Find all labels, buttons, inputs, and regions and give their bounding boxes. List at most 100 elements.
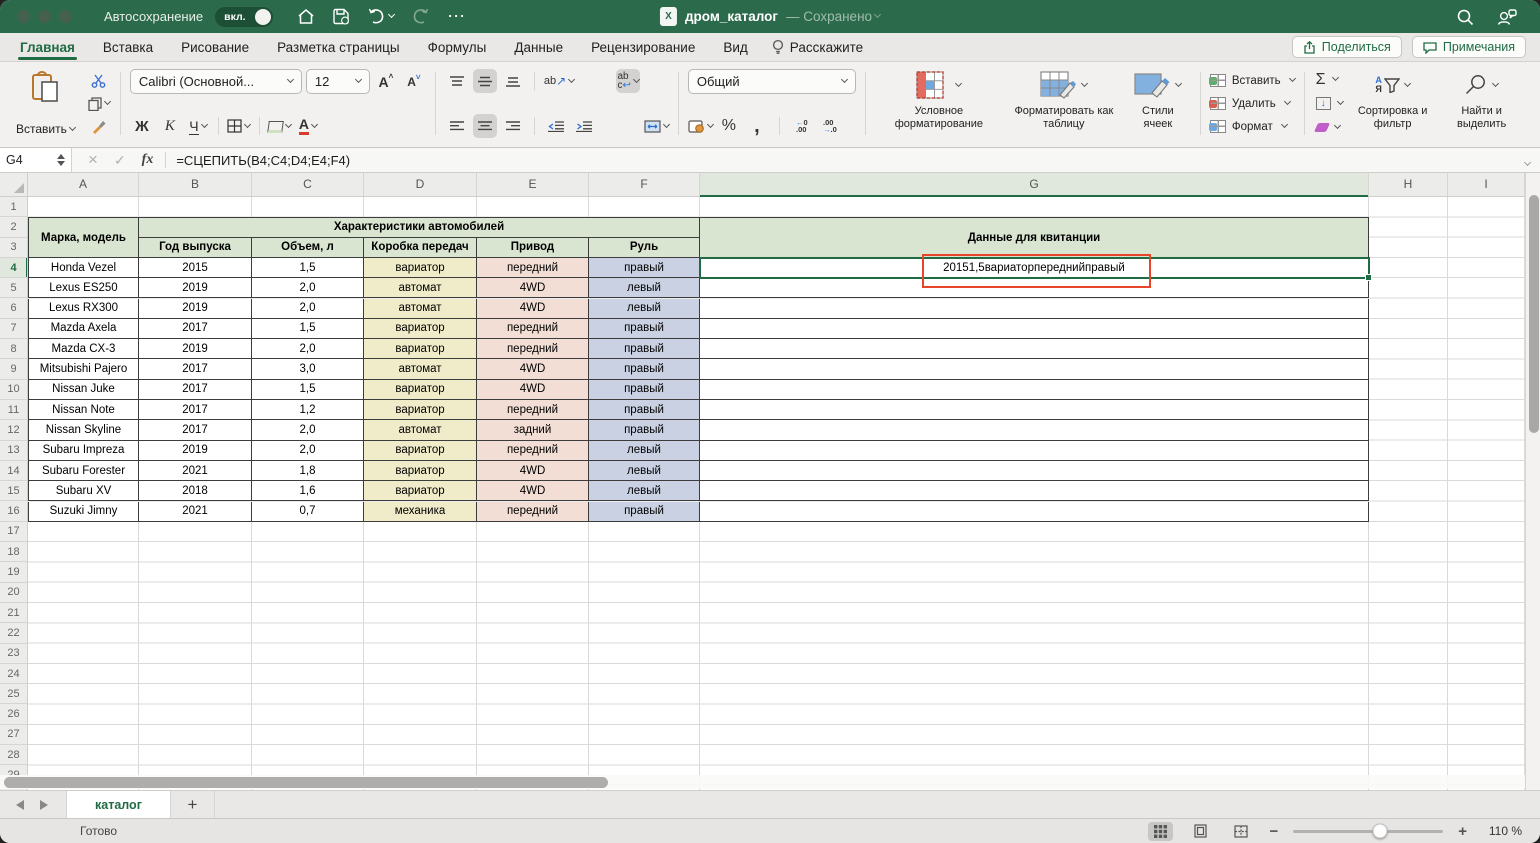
page-break-view-button[interactable] [1228, 822, 1254, 841]
decrease-decimal-button[interactable]: .00 →.0 [818, 114, 842, 138]
underline-button[interactable]: Ч [186, 114, 210, 138]
conditional-formatting-button[interactable]: Условное форматирование [875, 69, 1003, 138]
align-left-button[interactable] [445, 114, 469, 138]
align-center-button[interactable] [472, 114, 497, 138]
tab-Вставка[interactable]: Вставка [89, 33, 167, 61]
cell-A14[interactable]: Subaru Forester [28, 460, 139, 482]
row-header-4[interactable]: 4 [0, 257, 27, 279]
table-header-col-2[interactable]: Объем, л [252, 237, 364, 258]
format-cells-button[interactable]: Формат [1208, 116, 1295, 138]
cell-C4[interactable]: 1,5 [252, 257, 364, 279]
row-header-9[interactable]: 9 [0, 359, 27, 380]
table-header-col-5[interactable]: Руль [589, 237, 700, 258]
row-header-16[interactable]: 16 [0, 502, 27, 522]
merge-center-button[interactable] [644, 114, 670, 138]
row-header-17[interactable]: 17 [0, 522, 27, 543]
cell-F11[interactable]: правый [589, 400, 700, 421]
fill-color-button[interactable] [267, 114, 293, 138]
row-header-22[interactable]: 22 [0, 623, 27, 644]
minimize-window-button[interactable] [38, 10, 51, 23]
sheet-tab-katalog[interactable]: каталог [66, 791, 171, 818]
cell-B16[interactable]: 2021 [139, 501, 252, 522]
document-saved-status[interactable]: — Сохранено [786, 9, 882, 24]
cell-C10[interactable]: 1,5 [252, 379, 364, 400]
fill-button[interactable]: ↓ [1315, 93, 1344, 114]
cell-F5[interactable]: левый [589, 278, 700, 299]
cell-F6[interactable]: левый [589, 298, 700, 319]
row-header-14[interactable]: 14 [0, 461, 27, 482]
cell-C5[interactable]: 2,0 [252, 278, 364, 299]
cell-B15[interactable]: 2018 [139, 481, 252, 502]
cell-B4[interactable]: 2015 [139, 257, 252, 279]
tab-tell-me[interactable]: Расскажите [762, 33, 873, 61]
page-layout-view-button[interactable] [1188, 821, 1213, 841]
zoom-window-button[interactable] [59, 10, 72, 23]
cell-D5[interactable]: автомат [364, 278, 477, 299]
cell-F4[interactable]: правый [589, 257, 700, 279]
row-header-23[interactable]: 23 [0, 644, 27, 664]
cell-C13[interactable]: 2,0 [252, 440, 364, 461]
collapse-formula-bar-icon[interactable] [1522, 153, 1532, 168]
cells-area[interactable]: Марка, модель Характеристики автомобилей Г… [28, 197, 1525, 790]
normal-view-button[interactable] [1148, 821, 1174, 841]
row-header-7[interactable]: 7 [0, 319, 27, 340]
cell-D16[interactable]: механика [364, 501, 477, 522]
cell-E10[interactable]: 4WD [477, 379, 589, 400]
align-right-button[interactable] [501, 114, 525, 138]
cell-F15[interactable]: левый [589, 481, 700, 502]
italic-button[interactable]: К [158, 114, 182, 138]
row-header-3[interactable]: 3 [0, 238, 27, 258]
cell-B8[interactable]: 2019 [139, 339, 252, 360]
cell-F13[interactable]: левый [589, 440, 700, 461]
tab-Данные[interactable]: Данные [500, 33, 577, 61]
row-header-24[interactable]: 24 [0, 664, 27, 685]
cell-A10[interactable]: Nissan Juke [28, 379, 139, 400]
confirm-entry-icon[interactable]: ✓ [114, 152, 126, 169]
table-header-receipt[interactable]: Данные для квитанции [700, 217, 1369, 258]
cell-F9[interactable]: правый [589, 359, 700, 380]
prev-sheet-icon[interactable] [16, 799, 24, 810]
add-sheet-button[interactable]: + [171, 791, 215, 818]
copy-button[interactable] [87, 92, 111, 115]
cell-E4[interactable]: передний [477, 257, 589, 279]
accounting-format-button[interactable] [688, 114, 714, 138]
autosave-toggle[interactable]: вкл. [215, 6, 274, 27]
select-all-corner[interactable] [0, 173, 28, 197]
cell-G15[interactable] [700, 481, 1369, 502]
orientation-button[interactable]: ab ↗ [544, 69, 576, 93]
horizontal-scrollbar[interactable] [0, 775, 1525, 789]
bold-button[interactable]: Ж [130, 114, 154, 138]
zoom-in-button[interactable]: + [1458, 823, 1467, 840]
cell-B14[interactable]: 2021 [139, 460, 252, 482]
cell-D7[interactable]: вариатор [364, 318, 477, 340]
cut-button[interactable] [87, 69, 111, 92]
cell-C12[interactable]: 2,0 [252, 420, 364, 441]
horizontal-scrollbar-thumb[interactable] [4, 776, 608, 788]
share-button[interactable]: Поделиться [1291, 36, 1402, 58]
tab-Формулы[interactable]: Формулы [414, 33, 501, 61]
column-header-H[interactable]: H [1369, 173, 1448, 196]
cell-C9[interactable]: 3,0 [252, 359, 364, 380]
cell-E12[interactable]: задний [477, 420, 589, 441]
tab-Рисование[interactable]: Рисование [167, 33, 263, 61]
cell-F16[interactable]: правый [589, 501, 700, 522]
row-header-10[interactable]: 10 [0, 380, 27, 400]
cell-C11[interactable]: 1,2 [252, 400, 364, 421]
decrease-indent-button[interactable] [544, 114, 568, 138]
column-header-B[interactable]: B [139, 173, 252, 196]
row-header-26[interactable]: 26 [0, 705, 27, 725]
insert-cells-button[interactable]: Вставить [1208, 70, 1296, 92]
insert-function-icon[interactable]: fx [142, 152, 154, 168]
cell-E16[interactable]: передний [477, 501, 589, 522]
cell-G7[interactable] [700, 318, 1369, 340]
increase-decimal-button[interactable]: ←0.00 [790, 114, 814, 138]
cell-A6[interactable]: Lexus RX300 [28, 298, 139, 319]
cell-E11[interactable]: передний [477, 400, 589, 421]
cell-F10[interactable]: правый [589, 379, 700, 400]
row-header-6[interactable]: 6 [0, 299, 27, 319]
comments-button[interactable]: Примечания [1411, 36, 1526, 58]
cell-G12[interactable] [700, 420, 1369, 441]
name-box[interactable]: G4 [0, 148, 72, 172]
row-header-18[interactable]: 18 [0, 542, 27, 563]
align-top-button[interactable] [445, 69, 469, 93]
